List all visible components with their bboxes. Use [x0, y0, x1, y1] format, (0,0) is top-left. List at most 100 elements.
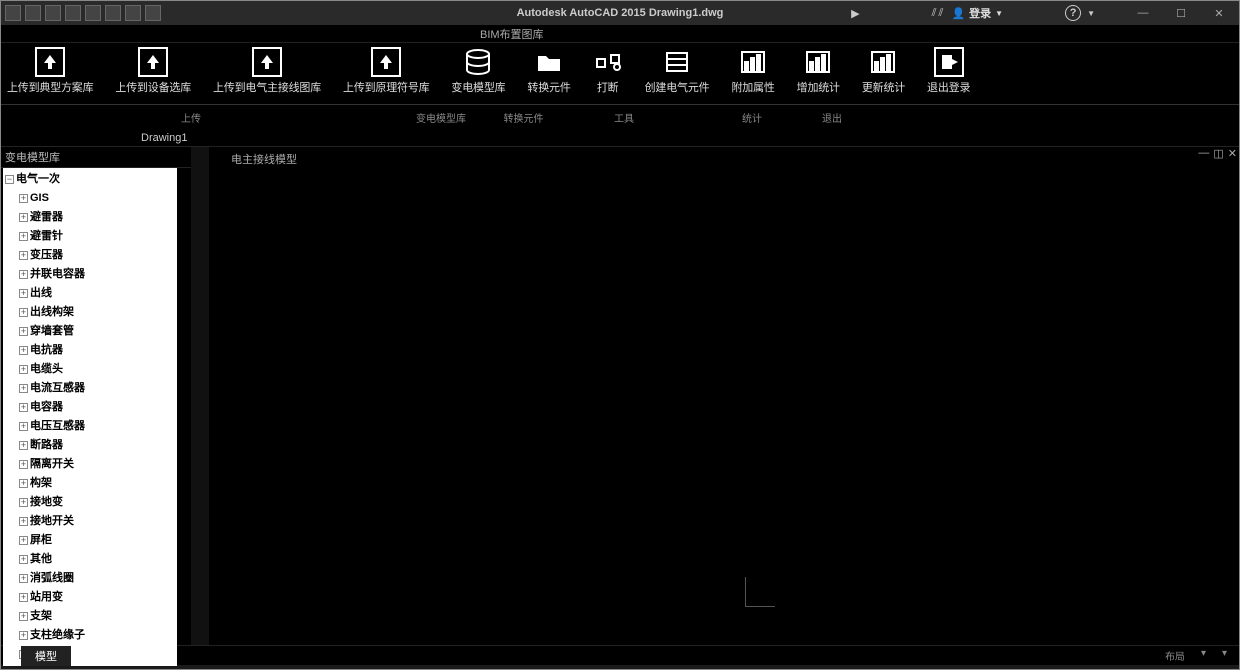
tree-node[interactable]: +站用变	[19, 588, 175, 607]
tree-node[interactable]: +屏柜	[19, 531, 175, 550]
drawing-canvas[interactable]: 电主接线模型 — ◫ ✕	[209, 147, 1239, 645]
expand-icon[interactable]: +	[19, 498, 28, 507]
update-statistics-button[interactable]: 更新统计	[862, 47, 905, 95]
tree-node[interactable]: +隔离开关	[19, 455, 175, 474]
tree-node-label: 电缆头	[30, 361, 63, 378]
expand-icon[interactable]: +	[19, 403, 28, 412]
substation-model-lib-button[interactable]: 变电模型库	[451, 47, 505, 95]
expand-icon[interactable]: +	[19, 441, 28, 450]
login-button[interactable]: 👤 登录 ▼	[951, 5, 1003, 21]
tree-node[interactable]: +出线构架	[19, 303, 175, 322]
tree-node-label: 电压互感器	[30, 418, 85, 435]
convert-component-button[interactable]: 转换元件	[527, 47, 570, 95]
qat-redo-icon[interactable]	[145, 5, 161, 21]
expand-icon[interactable]: +	[19, 251, 28, 260]
collapse-icon[interactable]: −	[5, 175, 14, 184]
play-icon[interactable]: ▶	[851, 7, 859, 20]
qat-open-icon[interactable]	[45, 5, 61, 21]
upload-main-wiring-button[interactable]: 上传到电气主接线图库	[213, 47, 321, 95]
ribbon-panel-titles: 上传 变电模型库 转换元件 工具 统计 退出	[1, 105, 1239, 129]
collab-icon[interactable]: ⫽⫽	[932, 7, 946, 20]
user-icon: 👤	[951, 7, 965, 20]
app-menu-icon[interactable]	[5, 5, 21, 21]
status-dropdown-icon[interactable]: ▾	[1222, 648, 1227, 663]
tree-node[interactable]: +出线	[19, 284, 175, 303]
expand-icon[interactable]: +	[19, 384, 28, 393]
logout-button[interactable]: 退出登录	[927, 47, 970, 95]
panel-close-icon[interactable]: ✕	[1228, 147, 1237, 160]
qat-saveas-icon[interactable]	[85, 5, 101, 21]
expand-icon[interactable]: +	[19, 308, 28, 317]
tree-node-label: 变压器	[30, 247, 63, 264]
expand-icon[interactable]: +	[19, 422, 28, 431]
document-tab[interactable]: Drawing1	[109, 132, 219, 144]
expand-icon[interactable]: +	[19, 574, 28, 583]
expand-icon[interactable]: +	[19, 289, 28, 298]
expand-icon[interactable]: +	[19, 213, 28, 222]
tree-node-label: 站用变	[30, 589, 63, 606]
status-layout-label[interactable]: 布局	[1165, 648, 1185, 663]
tree-root[interactable]: − 电气一次	[5, 170, 175, 189]
tree-node[interactable]: +电流互感器	[19, 379, 175, 398]
add-attribute-button[interactable]: 附加属性	[731, 47, 774, 95]
ribbon-button-label: 打断	[597, 79, 619, 95]
model-tab[interactable]: 模型	[21, 646, 71, 666]
upload-typical-plan-button[interactable]: 上传到典型方案库	[7, 47, 93, 95]
tree-node[interactable]: +其他	[19, 550, 175, 569]
tree-node[interactable]: +断路器	[19, 436, 175, 455]
tree-node[interactable]: +电抗器	[19, 341, 175, 360]
close-button[interactable]: ✕	[1203, 3, 1235, 23]
expand-icon[interactable]: +	[19, 479, 28, 488]
expand-icon[interactable]: +	[19, 365, 28, 374]
qat-undo-icon[interactable]	[125, 5, 141, 21]
create-electrical-component-button[interactable]: 创建电气元件	[645, 47, 710, 95]
qat-plot-icon[interactable]	[105, 5, 121, 21]
tree-node[interactable]: +穿墙套管	[19, 322, 175, 341]
tree-node[interactable]: +电容器	[19, 398, 175, 417]
tree-node[interactable]: +支架	[19, 607, 175, 626]
expand-icon[interactable]: +	[19, 593, 28, 602]
model-tree[interactable]: − 电气一次 +GIS+避雷器+避雷针+变压器+并联电容器+出线+出线构架+穿墙…	[3, 168, 177, 666]
upload-principle-symbol-button[interactable]: 上传到原理符号库	[343, 47, 429, 95]
expand-icon[interactable]: +	[19, 536, 28, 545]
tree-node[interactable]: +接地变	[19, 493, 175, 512]
tree-node[interactable]: +GIS	[19, 189, 175, 208]
upload-equipment-button[interactable]: 上传到设备选库	[115, 47, 191, 95]
maximize-button[interactable]: ☐	[1165, 3, 1197, 23]
expand-icon[interactable]: +	[19, 631, 28, 640]
minimize-button[interactable]: —	[1127, 3, 1159, 23]
panel-pin-icon[interactable]: ◫	[1213, 147, 1223, 160]
tree-node[interactable]: +支柱绝缘子	[19, 626, 175, 645]
help-icon[interactable]: ?	[1065, 5, 1081, 21]
tree-node[interactable]: +电缆头	[19, 360, 175, 379]
tree-node[interactable]: +避雷器	[19, 208, 175, 227]
tree-node[interactable]: +消弧线圈	[19, 569, 175, 588]
palette-side-tab[interactable]	[191, 147, 209, 645]
expand-icon[interactable]: +	[19, 232, 28, 241]
expand-icon[interactable]: +	[19, 194, 28, 203]
tree-node[interactable]: +接地开关	[19, 512, 175, 531]
expand-icon[interactable]: +	[19, 517, 28, 526]
qat-new-icon[interactable]	[25, 5, 41, 21]
panel-min-icon[interactable]: —	[1198, 147, 1209, 160]
ribbon-tab-active[interactable]: BIM布置图库	[480, 26, 544, 42]
chevron-down-icon[interactable]: ▼	[1087, 9, 1095, 18]
tree-node[interactable]: +构架	[19, 474, 175, 493]
chart-icon	[803, 47, 833, 77]
qat-save-icon[interactable]	[65, 5, 81, 21]
expand-icon[interactable]: +	[19, 612, 28, 621]
expand-icon[interactable]: +	[19, 555, 28, 564]
upload-icon	[138, 47, 168, 77]
tree-node[interactable]: +变压器	[19, 246, 175, 265]
status-dropdown-icon[interactable]: ▾	[1201, 648, 1206, 663]
tree-node[interactable]: +电压互感器	[19, 417, 175, 436]
add-statistics-button[interactable]: 增加统计	[797, 47, 840, 95]
break-button[interactable]: 打断	[593, 47, 623, 95]
ribbon-button-label: 变电模型库	[451, 79, 505, 95]
expand-icon[interactable]: +	[19, 270, 28, 279]
expand-icon[interactable]: +	[19, 460, 28, 469]
tree-node[interactable]: +避雷针	[19, 227, 175, 246]
tree-node[interactable]: +并联电容器	[19, 265, 175, 284]
expand-icon[interactable]: +	[19, 327, 28, 336]
expand-icon[interactable]: +	[19, 346, 28, 355]
